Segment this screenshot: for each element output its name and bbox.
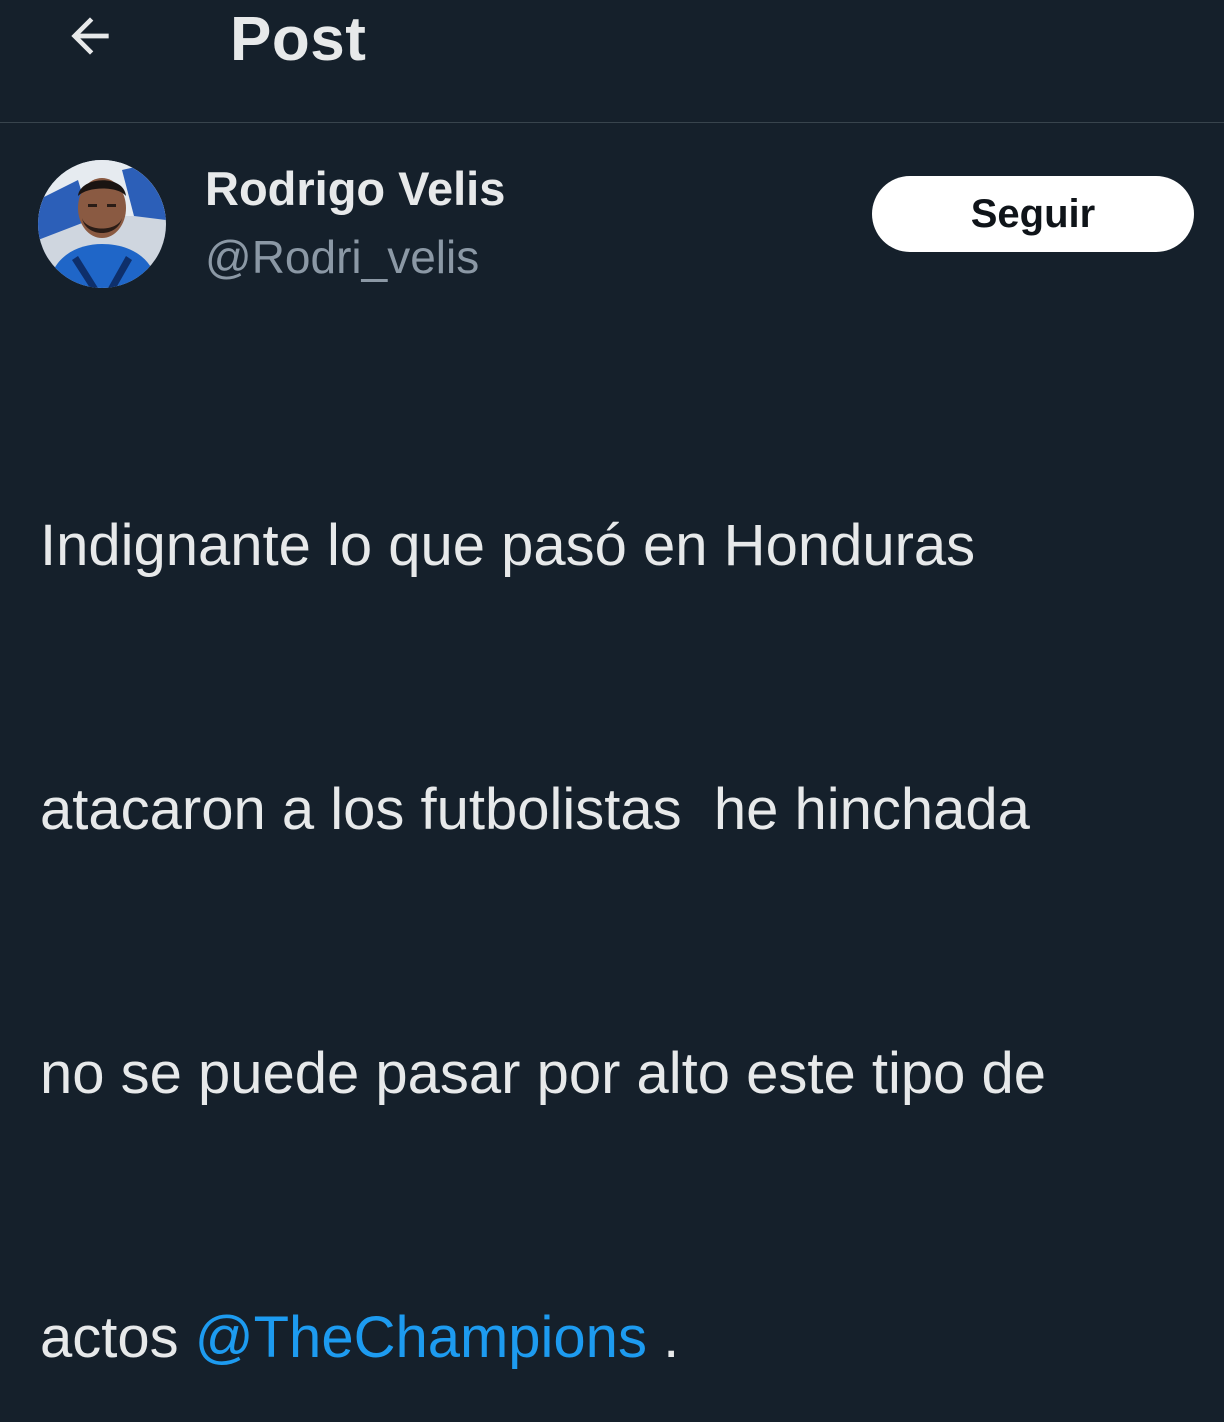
avatar[interactable] [38,160,166,288]
post-text-line-last: actos @TheChampions . [40,1294,1224,1382]
author-handle[interactable]: @Rodri_velis [205,228,479,286]
mention-link[interactable]: @TheChampions [195,1305,647,1370]
post-text-line: no se puede pasar por alto este tipo de [40,1041,1047,1106]
post-text-fragment: actos [40,1305,195,1370]
profile-photo [38,160,166,288]
page-title: Post [230,5,367,74]
author-name[interactable]: Rodrigo Velis [205,160,505,218]
post-text: Indignante lo que pasó en Honduras ataca… [40,326,1224,1422]
back-button[interactable] [58,4,122,68]
follow-button[interactable]: Seguir [872,176,1194,252]
top-bar: Post [0,0,1224,123]
post-text-fragment: . [646,1305,680,1370]
post-text-line: Indignante lo que pasó en Honduras [40,513,976,578]
post-text-line: atacaron a los futbolistas he hinchada [40,777,1030,842]
arrow-left-icon [71,17,109,55]
